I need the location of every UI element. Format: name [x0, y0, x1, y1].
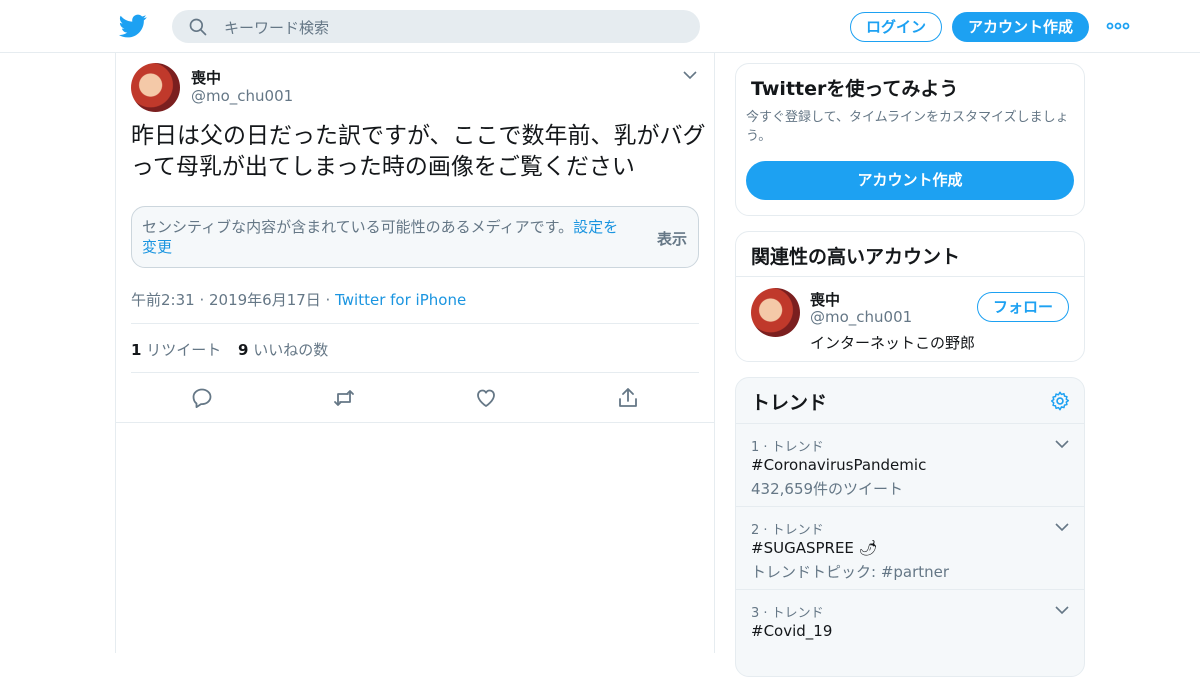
trend-rank: 2 · トレンド	[751, 523, 824, 538]
signup-card-title: Twitterを使ってみよう	[751, 78, 959, 100]
like-stat-label: いいねの数	[248, 341, 329, 359]
like-heart-icon[interactable]	[474, 386, 498, 410]
signup-card-button[interactable]: アカウント作成	[746, 161, 1074, 200]
avatar[interactable]	[131, 63, 180, 112]
retweet-icon[interactable]	[332, 386, 356, 410]
more-options-icon[interactable]	[1106, 18, 1130, 34]
retweet-count: 1	[131, 341, 142, 359]
signup-card: Twitterを使ってみよう 今すぐ登録して、タイムラインをカスタマイズしましょ…	[735, 63, 1085, 216]
chevron-down-icon[interactable]	[1054, 602, 1070, 618]
search-icon	[189, 18, 207, 36]
tweet-author-handle[interactable]: @mo_chu001	[191, 87, 293, 105]
trend-item[interactable]: 1 · トレンド #CoronavirusPandemic 432,659件のツ…	[736, 423, 1084, 506]
signup-button[interactable]: アカウント作成	[952, 12, 1089, 42]
chevron-down-icon[interactable]	[682, 67, 698, 83]
tweet: 喪中 @mo_chu001 昨日は父の日だった訳ですが、ここで数年前、乳がバグっ…	[116, 53, 714, 423]
sensitive-message: センシティブな内容が含まれている可能性のあるメディアです。設定を変更	[142, 217, 632, 257]
sensitive-text: センシティブな内容が含まれている可能性のあるメディアです。	[142, 218, 574, 236]
trend-tag[interactable]: #Covid_19	[751, 622, 832, 640]
tweet-author-name[interactable]: 喪中	[191, 67, 221, 88]
top-header: キーワード検索 ログイン アカウント作成	[0, 0, 1200, 53]
avatar[interactable]	[751, 288, 800, 337]
tweet-meta: 午前2:31 · 2019年6月17日 · Twitter for iPhone	[131, 289, 466, 310]
tweet-text: 昨日は父の日だった訳ですが、ここで数年前、乳がバグって母乳が出てしまった時の画像…	[131, 123, 706, 180]
related-account-bio: インターネットこの野郎	[810, 334, 976, 352]
chevron-down-icon[interactable]	[1054, 519, 1070, 535]
trend-tag[interactable]: #CoronavirusPandemic	[751, 456, 926, 474]
divider	[736, 276, 1084, 277]
sensitive-media-warning: センシティブな内容が含まれている可能性のあるメディアです。設定を変更 表示	[131, 206, 699, 268]
twitter-bird-icon[interactable]	[118, 12, 148, 40]
login-button[interactable]: ログイン	[850, 12, 942, 42]
tweet-actions	[116, 386, 714, 410]
search-box[interactable]: キーワード検索	[172, 10, 700, 43]
signup-card-desc: 今すぐ登録して、タイムラインをカスタマイズしましょう。	[746, 110, 1069, 144]
gear-icon[interactable]	[1049, 390, 1071, 412]
related-accounts-title: 関連性の高いアカウント	[751, 246, 961, 268]
trend-item[interactable]: 3 · トレンド #Covid_19	[736, 589, 1084, 672]
reply-icon[interactable]	[190, 386, 214, 410]
share-icon[interactable]	[616, 386, 640, 410]
like-stat[interactable]: 9 いいねの数	[238, 339, 328, 360]
trend-rank: 1 · トレンド	[751, 440, 824, 455]
follow-button[interactable]: フォロー	[977, 292, 1069, 322]
trend-tag[interactable]: #SUGASPREE 🌶	[751, 539, 878, 557]
trend-rank: 3 · トレンド	[751, 606, 824, 621]
related-account-handle[interactable]: @mo_chu001	[810, 308, 912, 326]
related-account-name[interactable]: 喪中	[810, 289, 840, 310]
trend-subtext: トレンドトピック: #partner	[751, 563, 950, 581]
search-placeholder[interactable]: キーワード検索	[224, 17, 329, 38]
retweet-stat-label: リツイート	[141, 341, 222, 359]
tweet-source-link[interactable]: Twitter for iPhone	[335, 291, 466, 309]
trend-subtext: 432,659件のツイート	[751, 480, 904, 498]
trend-item[interactable]: 2 · トレンド #SUGASPREE 🌶 トレンドトピック: #partner	[736, 506, 1084, 589]
tweet-timestamp[interactable]: 午前2:31 · 2019年6月17日 ·	[131, 291, 335, 309]
chevron-down-icon[interactable]	[1054, 436, 1070, 452]
trends-card: トレンド 1 · トレンド #CoronavirusPandemic 432,6…	[735, 377, 1085, 677]
retweet-stat[interactable]: 1 リツイート	[131, 339, 221, 360]
related-accounts-card: 関連性の高いアカウント 喪中 @mo_chu001 インターネットこの野郎 フォ…	[735, 231, 1085, 362]
tweet-stats: 1 リツイート 9 いいねの数	[131, 323, 699, 373]
like-count: 9	[238, 341, 249, 359]
show-media-button[interactable]: 表示	[657, 228, 687, 249]
trends-title: トレンド	[751, 392, 828, 414]
main-column: 喪中 @mo_chu001 昨日は父の日だった訳ですが、ここで数年前、乳がバグっ…	[115, 53, 715, 653]
